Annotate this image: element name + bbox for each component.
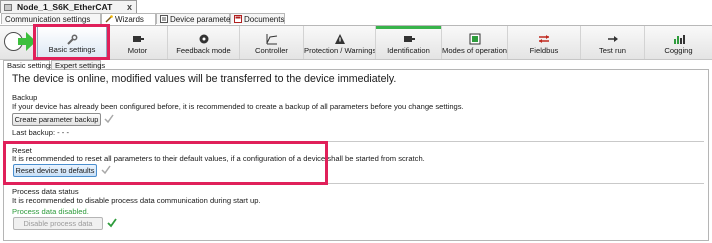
warning-icon [334,32,346,44]
cogging-icon [673,32,685,44]
feedback-icon [198,32,210,44]
ribbon-modes-of-operation-button[interactable]: Modes of operation [441,26,507,59]
ribbon-cogging-button[interactable]: Cogging [644,26,712,59]
test-run-icon [607,32,619,44]
highlight-reset-section [3,141,328,185]
online-status-heading: The device is online, modified values wi… [12,73,397,85]
process-data-description: It is recommended to disable process dat… [12,196,261,205]
disable-process-data-button[interactable]: Disable process data [13,217,103,230]
process-data-status-text: Process data disabled. [12,207,89,216]
ribbon-fieldbus-button[interactable]: Fieldbus [507,26,580,59]
backup-description: If your device has already been configur… [12,102,464,111]
check-icon [104,114,114,124]
highlight-basic-settings [33,24,110,60]
motor-icon [132,32,144,44]
active-indicator-bar [376,26,441,29]
tab-device-parameters[interactable]: Device parameters [156,13,237,24]
device-parameters-icon [160,15,168,23]
documents-icon [234,15,242,23]
ribbon-controller-button[interactable]: Controller [239,26,303,59]
node-icon [4,4,12,11]
subtab-expert-settings[interactable]: Expert settings [51,60,105,70]
wand-icon [105,15,113,23]
document-tab[interactable]: Node_1_S6K_EtherCAT x [0,0,137,14]
ribbon-identification-button[interactable]: Identification [375,26,441,59]
check-icon [107,218,117,228]
backup-section-title: Backup [12,93,38,102]
modes-icon [469,32,481,45]
ribbon-motor-button[interactable]: Motor [107,26,167,59]
fieldbus-icon [538,32,550,44]
ribbon-test-run-button[interactable]: Test run [580,26,644,59]
tab-communication-settings[interactable]: Communication settings [1,13,101,24]
last-backup-label: Last backup: - - - [12,128,69,137]
process-data-section-title: Process data status [12,187,79,196]
controller-icon [266,32,278,45]
create-parameter-backup-button[interactable]: Create parameter backup [12,113,101,126]
identification-icon [403,32,415,44]
tab-documents[interactable]: Documents [230,13,285,24]
ribbon-feedback-mode-button[interactable]: Feedback mode [167,26,239,59]
ribbon-protection-warnings-button[interactable]: Protection / Warnings [303,26,376,59]
